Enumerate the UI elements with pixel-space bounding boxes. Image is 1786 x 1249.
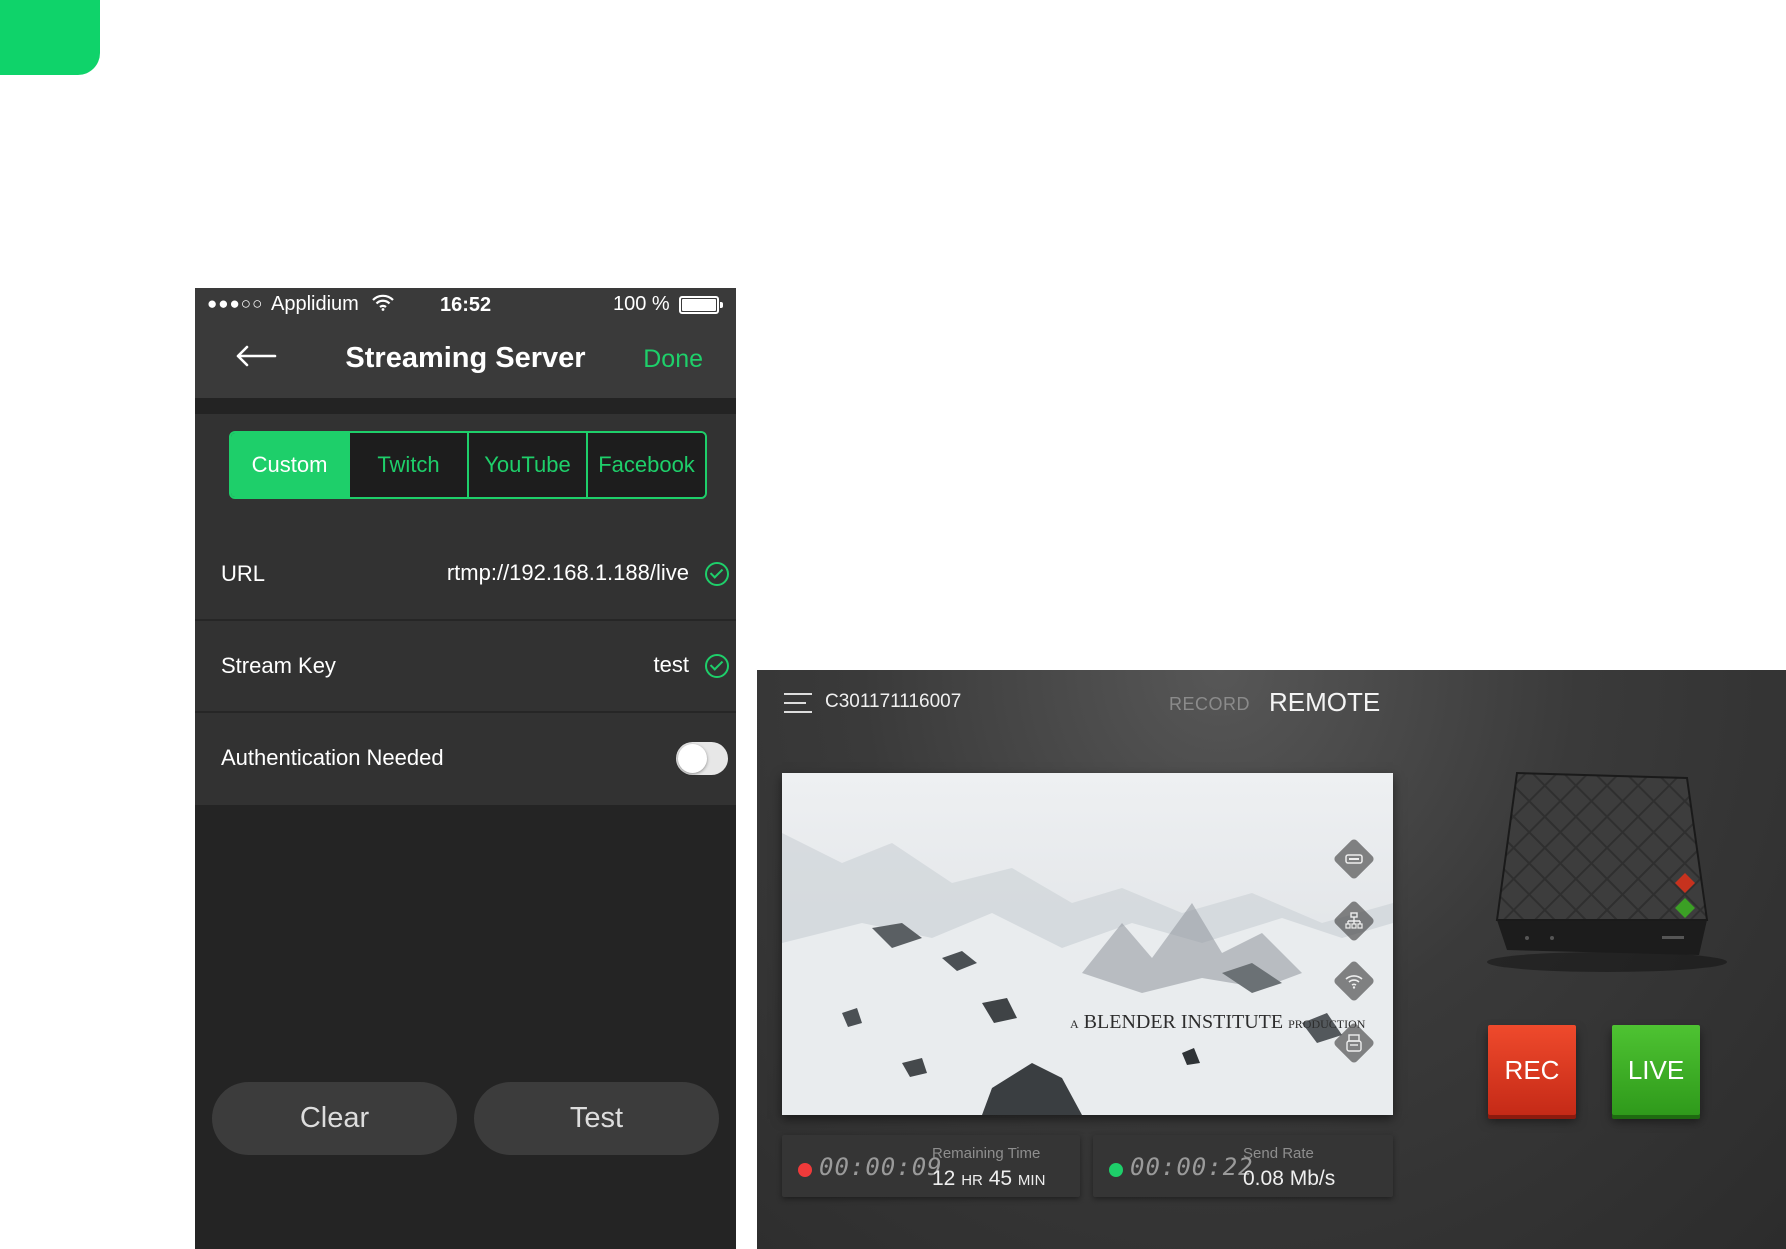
segment-custom[interactable]: Custom bbox=[231, 433, 348, 497]
record-status-panel: 00:00:09 Remaining Time 12 HR 45 MIN bbox=[782, 1135, 1080, 1197]
live-button[interactable]: LIVE bbox=[1612, 1025, 1700, 1115]
battery-percent: 100 % bbox=[613, 293, 670, 315]
status-bar: ●●●○○ Applidium 16:52 100 % bbox=[195, 288, 736, 322]
stream-key-valid-check-icon bbox=[705, 654, 729, 678]
hamburger-menu-icon[interactable] bbox=[784, 692, 812, 714]
nav-divider bbox=[195, 398, 736, 414]
device-id: C301171116007 bbox=[825, 691, 962, 712]
send-rate-label: Send Rate bbox=[1243, 1145, 1314, 1162]
test-button[interactable]: Test bbox=[474, 1082, 719, 1155]
clock: 16:52 bbox=[440, 294, 492, 316]
tab-remote[interactable]: REMOTE bbox=[1269, 687, 1380, 718]
authentication-label: Authentication Needed bbox=[221, 745, 444, 770]
navigation-bar: Streaming Server Done bbox=[195, 322, 736, 398]
battery-icon bbox=[679, 296, 723, 314]
record-elapsed-time: 00:00:09 bbox=[819, 1153, 943, 1181]
remote-control-screen: C301171116007 RECORD REMOTE A BLENDER IN… bbox=[757, 670, 1786, 1249]
authentication-toggle[interactable] bbox=[676, 742, 728, 775]
done-button[interactable]: Done bbox=[643, 345, 703, 374]
clear-button[interactable]: Clear bbox=[212, 1082, 457, 1155]
segment-twitch[interactable]: Twitch bbox=[348, 433, 467, 497]
url-field[interactable]: rtmp://192.168.1.188/live bbox=[447, 560, 689, 586]
authentication-row: Authentication Needed bbox=[195, 713, 736, 805]
service-selector-area: Custom Twitch YouTube Facebook bbox=[195, 414, 736, 529]
signal-strength-icon: ●●●○○ bbox=[207, 294, 264, 313]
url-valid-check-icon bbox=[705, 562, 729, 586]
streaming-server-screen: ●●●○○ Applidium 16:52 100 % Streaming Se… bbox=[195, 288, 736, 1249]
record-indicator-dot bbox=[798, 1163, 812, 1177]
encoder-device-image bbox=[1467, 770, 1747, 980]
url-row[interactable]: URL rtmp://192.168.1.188/live bbox=[195, 529, 736, 621]
film-credit: A BLENDER INSTITUTE PRODUCTION bbox=[1070, 1011, 1366, 1033]
snow-mountain-scene bbox=[782, 773, 1393, 1115]
segment-facebook[interactable]: Facebook bbox=[586, 433, 705, 497]
live-indicator-dot bbox=[1109, 1163, 1123, 1177]
service-segmented-control: Custom Twitch YouTube Facebook bbox=[229, 431, 707, 499]
wifi-icon bbox=[372, 294, 394, 317]
remaining-time-value: 12 HR 45 MIN bbox=[932, 1167, 1046, 1190]
remaining-time-label: Remaining Time bbox=[932, 1145, 1041, 1162]
url-label: URL bbox=[221, 561, 266, 586]
stream-key-field[interactable]: test bbox=[654, 652, 689, 678]
rec-button[interactable]: REC bbox=[1488, 1025, 1576, 1115]
video-preview: A BLENDER INSTITUTE PRODUCTION bbox=[782, 773, 1393, 1115]
carrier-name: Applidium bbox=[271, 293, 359, 315]
segment-youtube[interactable]: YouTube bbox=[467, 433, 586, 497]
corner-accent-tab bbox=[0, 0, 100, 75]
tab-record[interactable]: RECORD bbox=[1169, 694, 1250, 715]
send-rate-value: 0.08 Mb/s bbox=[1243, 1167, 1336, 1190]
stream-key-label: Stream Key bbox=[221, 653, 336, 678]
stream-key-row[interactable]: Stream Key test bbox=[195, 621, 736, 713]
live-status-panel: 00:00:22 Send Rate 0.08 Mb/s bbox=[1093, 1135, 1393, 1197]
live-elapsed-time: 00:00:22 bbox=[1130, 1153, 1254, 1181]
